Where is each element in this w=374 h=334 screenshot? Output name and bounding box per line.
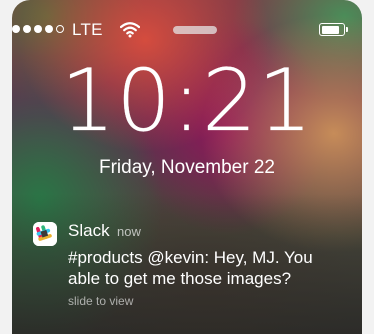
signal-dots-icon <box>12 25 64 33</box>
status-bar: LTE <box>12 20 352 40</box>
signal-dot <box>45 25 53 33</box>
notification-message: #products @kevin: Hey, MJ. You able to g… <box>68 248 313 288</box>
lock-screen-time: 10:21 <box>60 51 314 151</box>
wifi-icon <box>119 21 141 43</box>
lock-screen-date: Friday, November 22 <box>99 157 275 178</box>
battery-fill <box>321 25 340 34</box>
notification-header: Slack now <box>68 221 141 241</box>
carrier-label: LTE <box>72 20 103 39</box>
signal-dot <box>12 25 20 33</box>
signal-dot <box>34 25 42 33</box>
signal-dot-empty <box>56 25 64 33</box>
signal-dot <box>23 25 31 33</box>
earpiece-speaker <box>173 26 217 34</box>
device-frame: LTE 10:21 Friday, November 22 Slack now … <box>0 0 374 334</box>
battery-icon <box>319 23 348 36</box>
battery-nub <box>346 27 348 32</box>
notification-timestamp: now <box>117 224 141 239</box>
slack-icon <box>33 222 57 246</box>
notification-app-name: Slack <box>68 221 110 240</box>
slide-to-view-hint[interactable]: slide to view <box>68 294 133 308</box>
